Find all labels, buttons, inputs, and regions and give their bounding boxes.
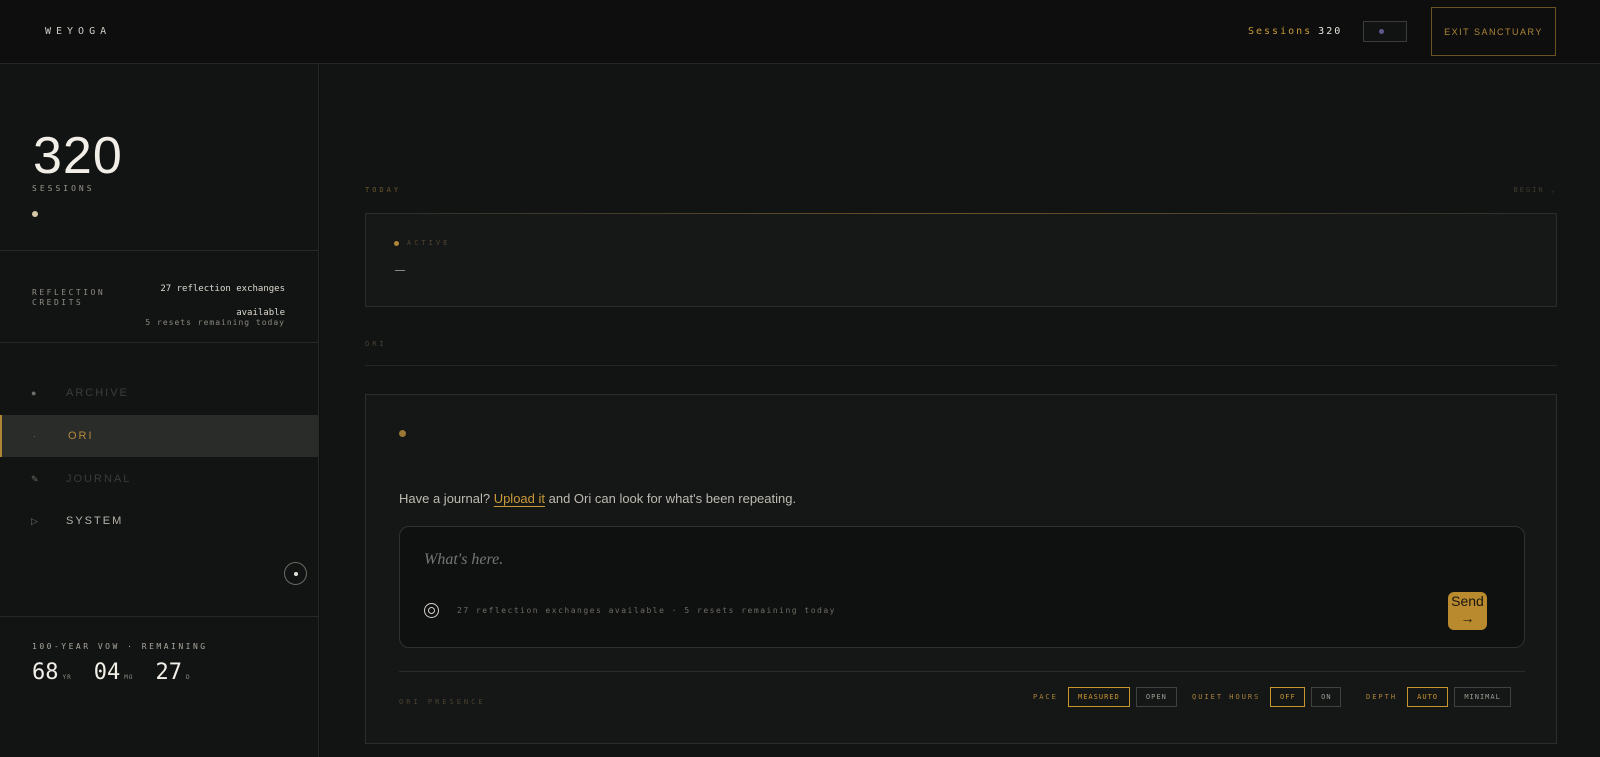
quiet-hours-setting: QUIET HOURS OFF ON	[1192, 687, 1347, 707]
message-composer: 27 reflection exchanges available · 5 re…	[399, 526, 1525, 648]
arrow-right-icon: →	[1460, 610, 1475, 626]
depth-setting: DEPTH AUTO MINIMAL	[1366, 687, 1517, 707]
sidebar-item-label: ARCHIVE	[66, 387, 129, 399]
depth-label: DEPTH	[1366, 693, 1398, 701]
play-icon: ▷	[31, 515, 38, 526]
focus-dot-icon	[293, 571, 298, 576]
quiet-hours-option-off[interactable]: OFF	[1270, 687, 1306, 707]
send-button[interactable]: Send →	[1448, 592, 1487, 630]
sessions-label: Sessions	[1248, 26, 1313, 37]
status-dot-icon	[32, 211, 38, 217]
focus-button[interactable]	[284, 562, 307, 585]
dot-icon: ●	[31, 388, 37, 398]
vow-years-unit: YR	[62, 674, 72, 681]
depth-option-minimal[interactable]: MINIMAL	[1454, 687, 1512, 707]
sidebar-item-ori[interactable]: · ORI	[0, 415, 319, 457]
ori-card: Have a journal? Upload it and Ori can lo…	[365, 394, 1557, 744]
depth-option-auto[interactable]: AUTO	[1407, 687, 1449, 707]
sessions-value: 320	[1318, 26, 1343, 37]
main-content: TODAY BEGIN ⌄ ACTIVE ORI Have a journal?…	[320, 64, 1600, 757]
divider	[365, 365, 1557, 366]
upload-prefix: Have a journal?	[399, 491, 491, 506]
vow-months: 04	[93, 660, 121, 685]
theme-toggle[interactable]	[1363, 21, 1407, 42]
ori-presence-dot-icon	[399, 430, 406, 437]
upload-prompt: Have a journal? Upload it and Ori can lo…	[399, 491, 796, 506]
active-status: ACTIVE	[407, 239, 451, 247]
divider	[399, 671, 1525, 672]
sidebar-item-label: JOURNAL	[66, 473, 132, 485]
send-label: Send	[1451, 593, 1484, 609]
ori-section-label: ORI	[365, 340, 387, 348]
divider	[0, 342, 319, 343]
pace-option-open[interactable]: OPEN	[1135, 687, 1177, 707]
vow-years: 68	[32, 660, 59, 685]
sessions-count: 320	[33, 127, 123, 185]
begin-button[interactable]: BEGIN ⌄	[1513, 186, 1557, 194]
pace-option-measured[interactable]: MEASURED	[1067, 687, 1130, 707]
presence-label: ORI PRESENCE	[399, 698, 486, 706]
message-input[interactable]	[424, 551, 1324, 569]
divider	[0, 616, 319, 617]
sessions-counter: Sessions 320	[1248, 26, 1342, 37]
pen-icon: ✎	[31, 473, 39, 484]
top-bar: WEYOGA Sessions 320 EXIT SANCTUARY	[0, 0, 1600, 64]
card-accent-line	[366, 213, 1556, 214]
upload-suffix: and Ori can look for what's been repeati…	[548, 491, 797, 506]
pace-label: PACE	[1033, 693, 1058, 701]
exit-sanctuary-button[interactable]: EXIT SANCTUARY	[1431, 7, 1556, 56]
vow-days: 27	[155, 660, 182, 685]
vow-countdown: 68 YR 04 MO 27 D	[32, 660, 213, 685]
credits-resets: 5 resets remaining today	[145, 318, 285, 327]
credits-label: REFLECTION CREDITS	[32, 288, 106, 307]
divider	[0, 250, 319, 251]
sidebar-item-journal[interactable]: ✎ JOURNAL	[0, 458, 319, 500]
brand-logo[interactable]: WEYOGA	[45, 26, 111, 37]
placeholder-dash	[395, 270, 405, 271]
quiet-hours-label: QUIET HOURS	[1192, 693, 1261, 701]
toggle-knob-icon	[1379, 29, 1384, 34]
sidebar-item-archive[interactable]: ● ARCHIVE	[0, 372, 319, 414]
today-label: TODAY	[365, 186, 402, 194]
small-dot-icon: ·	[33, 431, 36, 441]
sidebar-item-label: ORI	[68, 430, 94, 442]
vow-months-unit: MO	[124, 674, 134, 681]
sidebar-item-system[interactable]: ▷ SYSTEM	[0, 500, 319, 542]
pace-setting: PACE MEASURED OPEN	[1033, 687, 1183, 707]
quiet-hours-option-on[interactable]: ON	[1311, 687, 1342, 707]
voice-icon[interactable]	[424, 603, 439, 618]
composer-meta: 27 reflection exchanges available · 5 re…	[457, 606, 836, 615]
vow-days-unit: D	[185, 674, 191, 681]
today-card: ACTIVE	[365, 213, 1557, 307]
upload-link[interactable]: Upload it	[494, 491, 545, 506]
sessions-count-label: SESSIONS	[32, 184, 95, 193]
vow-label: 100-YEAR VOW · REMAINING	[32, 642, 208, 651]
active-dot-icon	[394, 241, 399, 246]
sidebar-item-label: SYSTEM	[66, 515, 124, 527]
sidebar: 320 SESSIONS REFLECTION CREDITS 27 refle…	[0, 64, 319, 757]
